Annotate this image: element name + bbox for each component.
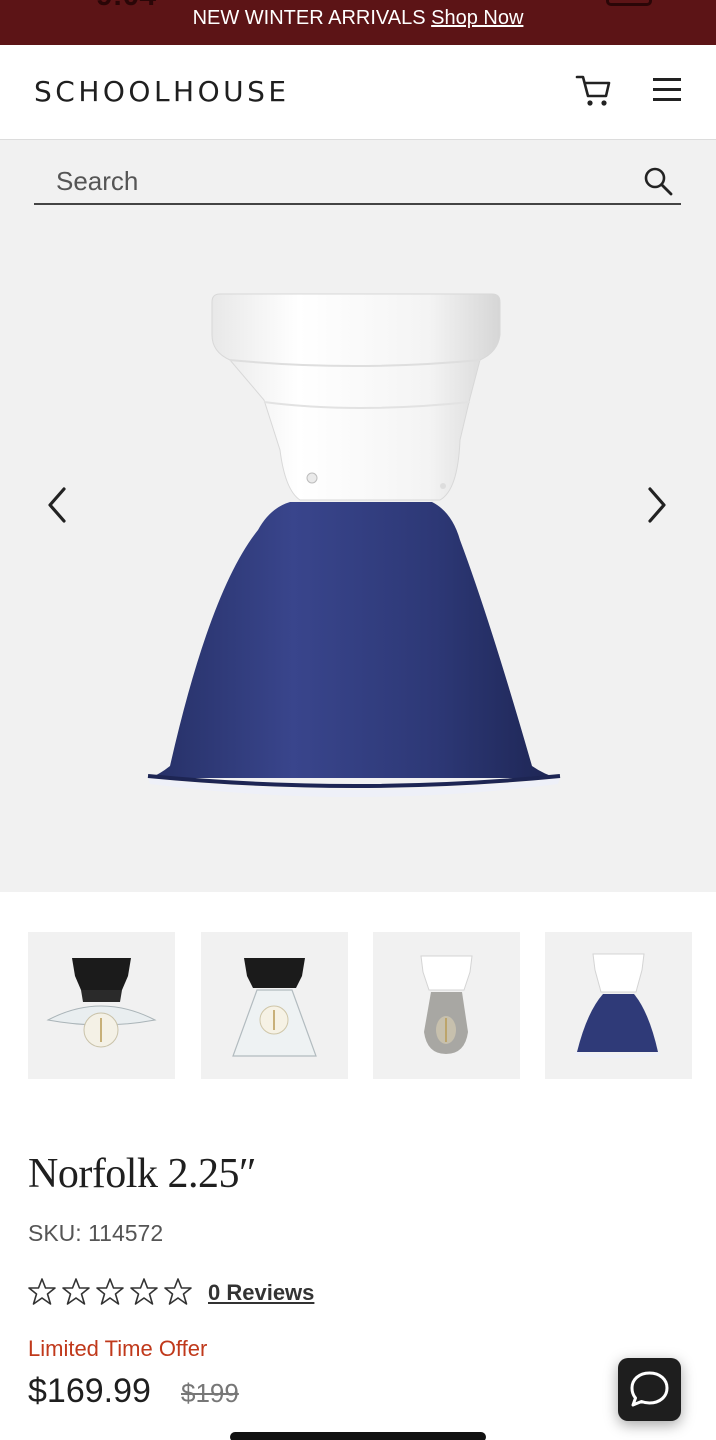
hamburger-menu-icon — [653, 78, 681, 101]
chevron-left-icon — [48, 487, 66, 523]
chevron-right-icon — [648, 487, 666, 523]
cart-icon — [575, 75, 611, 106]
star-icon — [130, 1278, 158, 1305]
search-field — [34, 160, 681, 205]
product-image-carousel — [0, 230, 716, 892]
promo-text: NEW WINTER ARRIVALS — [192, 7, 426, 29]
star-icon — [164, 1278, 192, 1305]
status-bar-remnant: 9:04 — [96, 0, 156, 14]
battery-icon — [606, 0, 652, 6]
sku-label: SKU: — [28, 1220, 82, 1246]
star-icon — [62, 1278, 90, 1305]
thumbnail-image — [46, 958, 157, 1048]
previous-image-button[interactable] — [40, 485, 76, 525]
sku-value: 114572 — [88, 1220, 164, 1246]
reviews-link[interactable]: 0 Reviews — [208, 1280, 314, 1306]
current-price: $169.99 — [28, 1372, 151, 1410]
thumbnail-strip — [28, 932, 692, 1079]
star-icon — [96, 1278, 124, 1305]
thumbnail-black-fitter-clear-flat-shade[interactable] — [28, 932, 175, 1079]
thumbnail-white-fitter-smoke-glass-shade[interactable] — [373, 932, 520, 1079]
site-header: SCHOOLHOUSE — [0, 45, 716, 140]
thumbnail-white-fitter-navy-dome-shade[interactable] — [545, 932, 692, 1079]
menu-button[interactable] — [650, 75, 684, 105]
hero-product-image — [147, 293, 561, 797]
star-rating[interactable] — [28, 1277, 193, 1309]
chat-bubble-icon — [630, 1371, 669, 1407]
search-input[interactable] — [34, 160, 614, 202]
promo-banner: 9:04 NEW WINTER ARRIVALS Shop Now — [0, 0, 716, 45]
limited-offer-label: Limited Time Offer — [28, 1336, 208, 1361]
schoolhouse-logo[interactable]: SCHOOLHOUSE — [34, 75, 290, 108]
original-price: $199 — [181, 1378, 239, 1408]
search-icon[interactable] — [643, 166, 673, 196]
chat-button[interactable] — [618, 1358, 681, 1421]
home-indicator — [230, 1432, 486, 1440]
thumbnail-image — [420, 955, 473, 1054]
thumbnail-black-fitter-clear-cone-shade[interactable] — [201, 932, 348, 1079]
search-bar-area — [0, 140, 716, 230]
shop-now-link[interactable]: Shop Now — [431, 7, 523, 29]
cart-button[interactable] — [574, 72, 614, 110]
thumbnail-image — [575, 953, 660, 1058]
product-sku: SKU: 114572 — [28, 1220, 163, 1247]
product-title: Norfolk 2.25″ — [28, 1151, 256, 1197]
thumbnail-image — [232, 958, 317, 1057]
next-image-button[interactable] — [638, 485, 674, 525]
star-icon — [28, 1278, 56, 1305]
